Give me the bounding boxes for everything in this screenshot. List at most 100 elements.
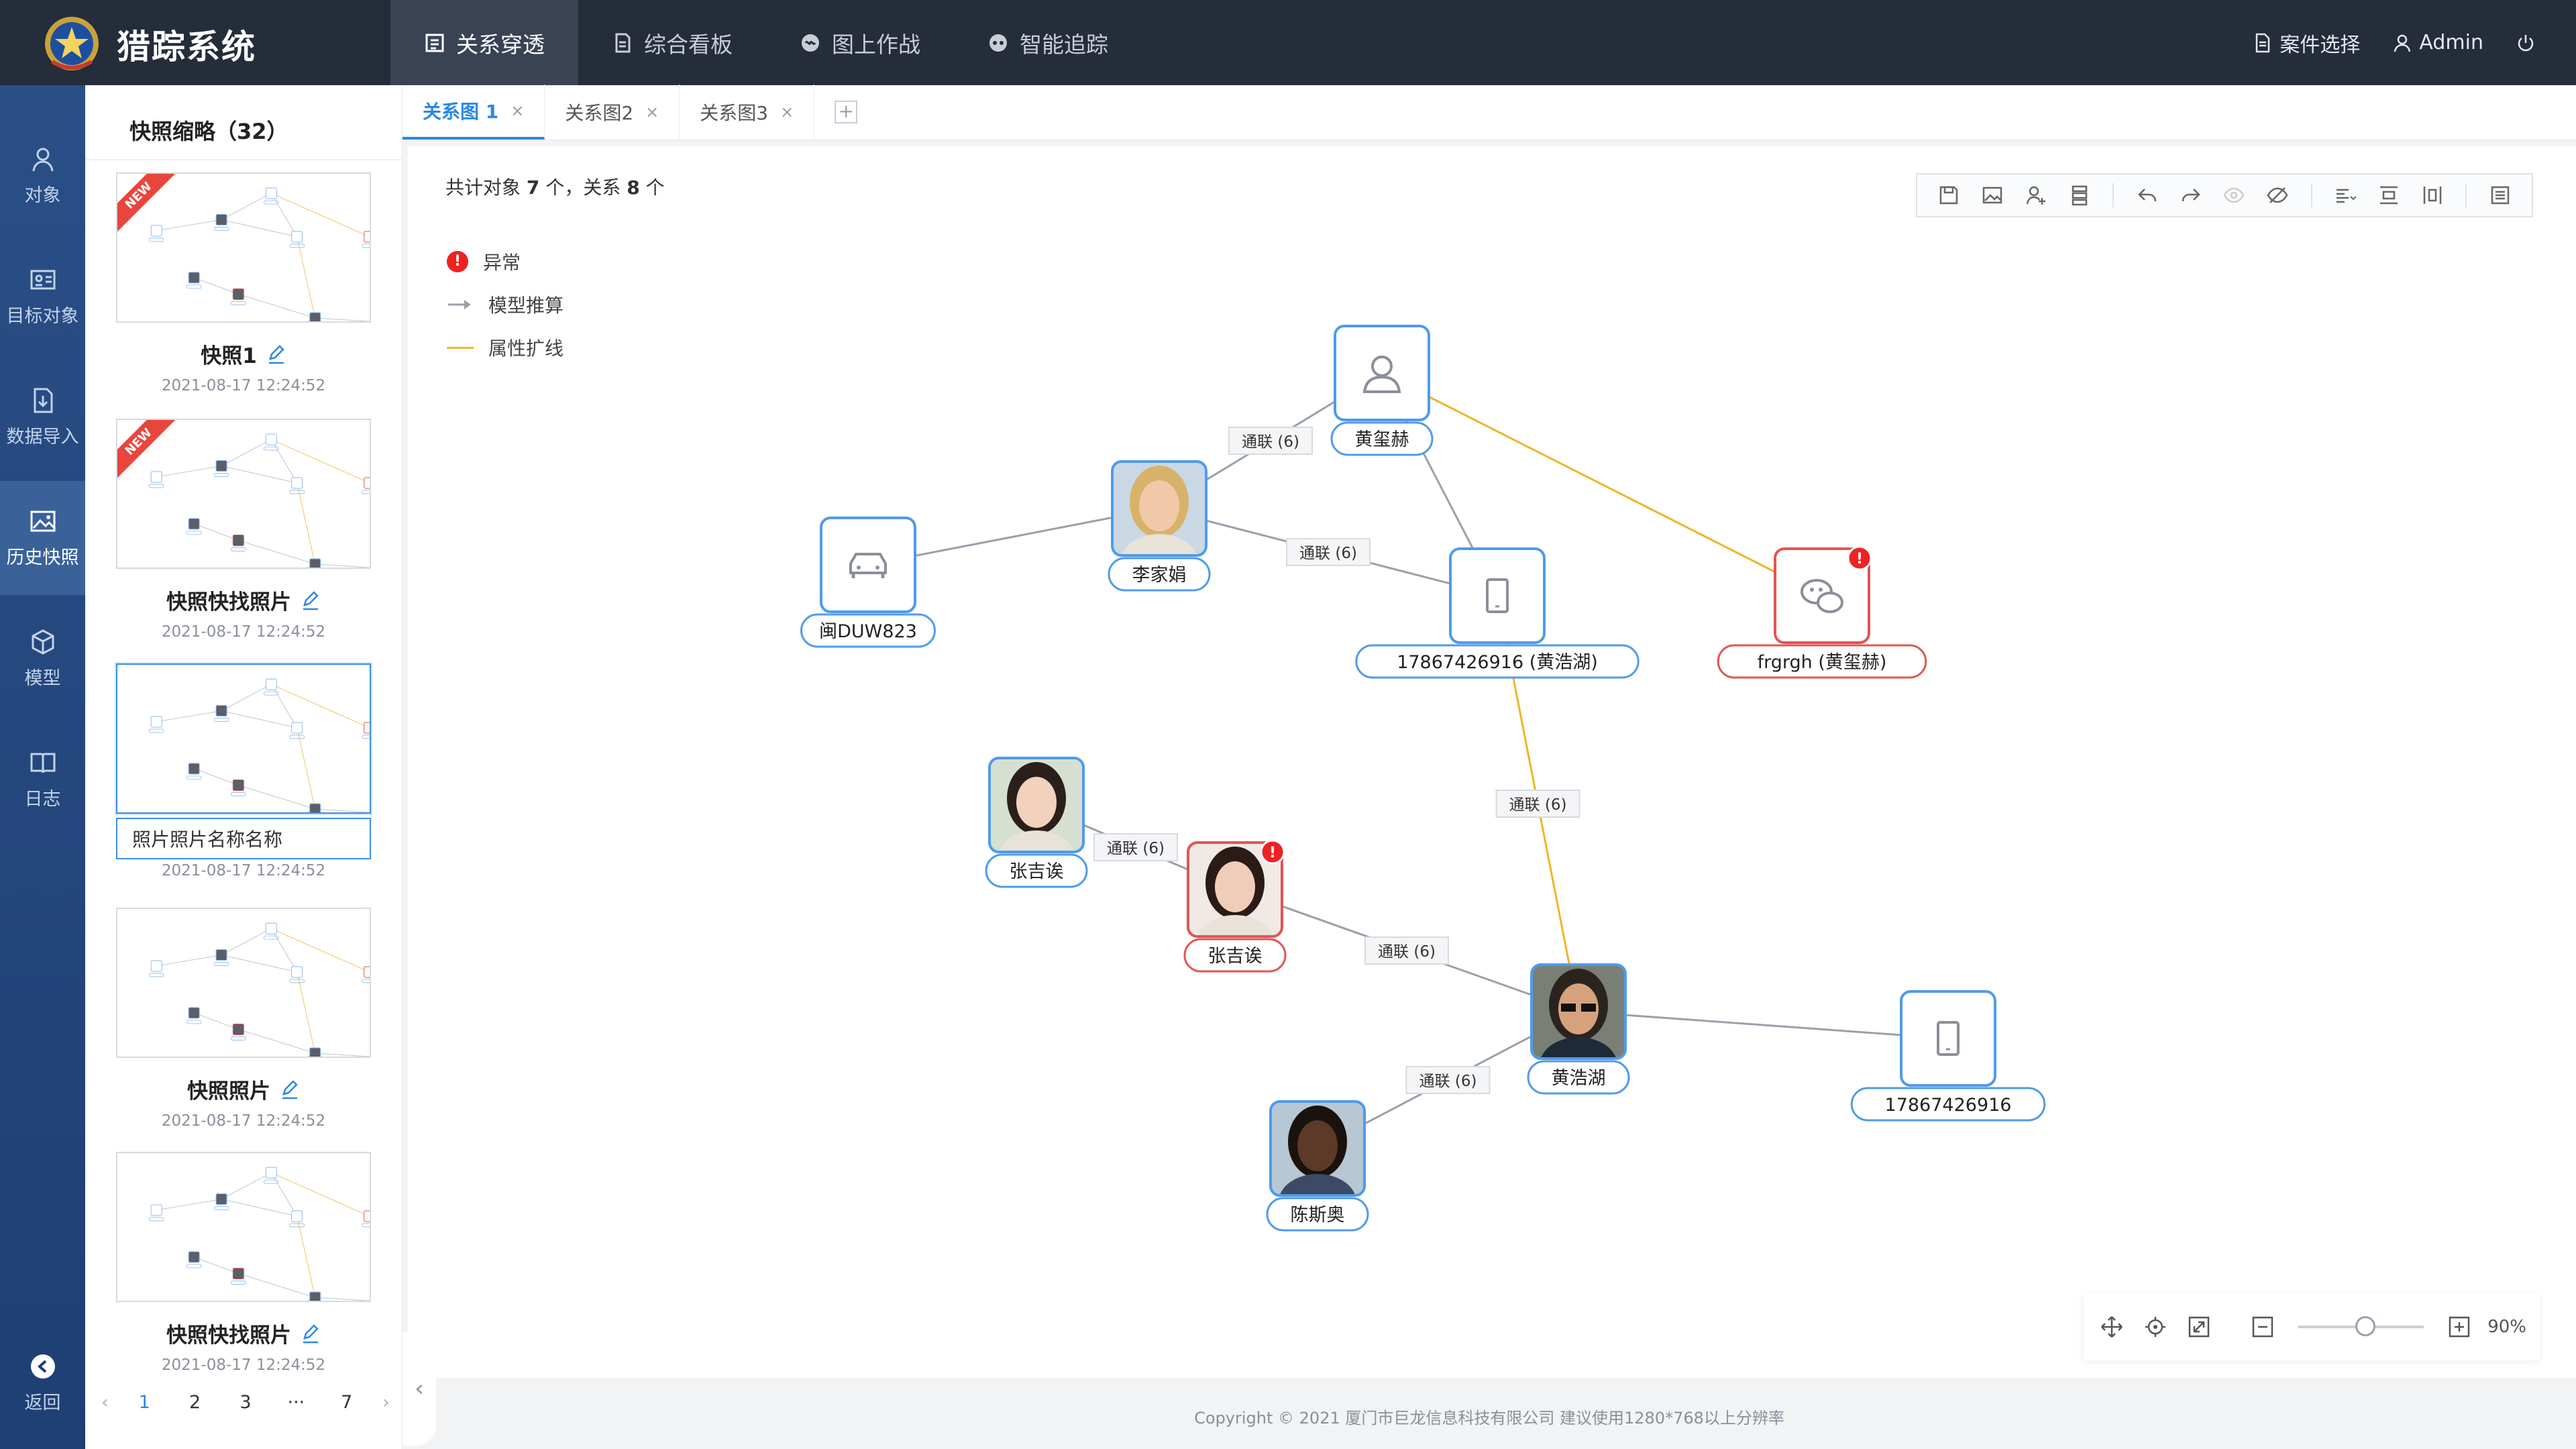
rail-item-target-label: 目标对象 [6,305,79,327]
edit-icon[interactable] [301,590,321,610]
snapshot-thumbnail[interactable]: NEW [116,172,371,323]
pager-page[interactable]: 2 [180,1392,210,1413]
graph-node[interactable]: 17867426916 [1850,990,2046,1122]
pager-next[interactable]: › [382,1392,390,1413]
snapshot-thumbnail[interactable] [116,663,371,814]
close-icon[interactable]: × [645,103,659,121]
mini-edge [221,710,297,729]
mini-edge [297,971,316,1054]
add-tab-button[interactable]: + [835,101,858,123]
pager-ellipsis[interactable]: ··· [281,1392,311,1413]
nav-tracking[interactable]: 智能追踪 [954,0,1142,85]
edit-icon[interactable] [266,344,286,364]
tab-relation-1[interactable]: 关系图 1 × [402,85,545,140]
graph-node[interactable]: ! frgrgh (黄玺赫) [1717,545,1927,679]
mini-node-label [289,244,305,248]
mini-node-label [362,490,370,494]
rail-item-log[interactable]: 日志 [0,722,85,837]
mini-node [188,518,200,530]
edge-label[interactable]: 通联 (6) [1364,936,1449,965]
snapshot-card-selected[interactable]: 2021-08-17 12:24:52 [116,663,371,879]
pager-page[interactable]: 1 [129,1392,159,1413]
tab-relation-3[interactable]: 关系图3 × [680,85,815,140]
snapshot-card[interactable]: NEW 快照快找照片 2021-08-17 12:24:52 [116,419,371,641]
case-select-label: 案件选择 [2279,33,2361,57]
snapshot-card[interactable]: 快照照片 2021-08-17 12:24:52 [116,908,371,1130]
pager-page[interactable]: 3 [231,1392,260,1413]
snapshot-thumbnail[interactable] [116,1152,371,1302]
edit-icon[interactable] [301,1324,321,1344]
nav-dashboard[interactable]: 综合看板 [578,0,766,85]
snapshot-panel-title: 快照缩略（32） [129,119,288,144]
nav-tracking-label: 智能追踪 [1020,31,1108,58]
rail-item-object[interactable]: 对象 [0,119,85,233]
locate-button[interactable] [2141,1311,2171,1343]
police-emblem-icon [45,17,99,70]
wechat-eye [1810,588,1814,592]
mini-edge [194,277,239,295]
snapshot-date: 2021-08-17 12:24:52 [161,377,326,394]
mini-edge [270,439,298,484]
edge-label[interactable]: 通联 (6) [1286,538,1371,566]
tab-relation-2[interactable]: 关系图2 × [545,85,680,140]
relation-graph[interactable]: 通联 (6) 通联 (6) 通联 (6) 通联 (6) 通联 (6) 通联 (6) 黄玺赫李… [408,146,2576,1378]
edit-icon[interactable] [280,1079,300,1099]
zoom-out-button[interactable] [2248,1311,2278,1343]
rail-item-target[interactable]: 目标对象 [0,239,85,354]
pager-page[interactable]: 7 [332,1392,362,1413]
photo-face [1297,1120,1338,1171]
zoom-in-button[interactable] [2444,1311,2474,1343]
pan-button[interactable] [2097,1311,2127,1343]
rail-item-back[interactable]: 返回 [0,1326,85,1440]
tab-label: 关系图2 [565,102,634,124]
graph-node[interactable]: ! 张吉诶 [1183,839,1287,973]
zoom-slider-handle[interactable] [2355,1316,2375,1336]
node-frame [820,517,916,613]
case-select-button[interactable]: 案件选择 [2253,28,2360,58]
rail-item-back-label: 返回 [24,1392,61,1413]
logout-button[interactable] [2516,33,2536,53]
snapshot-thumbnail[interactable]: NEW [116,419,371,569]
edge-label[interactable]: 通联 (6) [1228,427,1313,455]
close-icon[interactable]: × [780,103,794,121]
mini-node-label [148,729,164,733]
graph-node[interactable]: 闽DUW823 [800,517,936,648]
snapshot-thumbnail[interactable] [116,908,371,1058]
rail-item-log-label: 日志 [24,788,61,810]
user-menu[interactable]: Admin [2392,31,2483,54]
nav-map-battle[interactable]: 图上作战 [766,0,954,85]
pager-prev[interactable]: ‹ [101,1392,109,1413]
graph-node[interactable]: 陈斯奥 [1266,1100,1369,1232]
snapshot-card[interactable]: 快照快找照片 2021-08-17 12:24:52 [116,1152,371,1374]
graph-canvas[interactable]: 共计对象 7 个，关系 8 个 ! 异常 模型推算 属性扩线 通联 (6) 通联… [408,146,2576,1378]
edge-line [1381,372,1823,597]
mini-edge [271,928,370,973]
rail-item-model[interactable]: 模型 [0,602,85,716]
node-label: 17867426916 [1885,1095,2012,1116]
mini-node [291,966,303,978]
close-icon[interactable]: × [511,101,524,120]
cube-icon [32,629,54,655]
graph-node[interactable]: 李家娟 [1108,460,1211,592]
edge-label[interactable]: 通联 (6) [1495,790,1580,818]
fit-button[interactable] [2184,1311,2214,1343]
snapshot-name: 快照快找照片 [166,590,291,614]
graph-node[interactable]: 张吉诶 [985,757,1088,888]
snapshot-name: 快照1 [201,344,257,368]
rail-item-history[interactable]: 历史快照 [0,481,85,595]
photo-face [1139,480,1179,531]
edge-label[interactable]: 通联 (6) [1093,833,1178,861]
graph-node[interactable]: 黄浩湖 [1527,963,1630,1095]
snapshot-card[interactable]: NEW 快照1 2021-08-17 12:24:52 [116,172,371,394]
snapshot-name-input[interactable] [116,818,371,859]
mini-edge [221,439,272,467]
graph-node[interactable]: 17867426916 (黄浩湖) [1355,547,1640,679]
rail-item-import[interactable]: 数据导入 [0,360,85,474]
zoom-slider[interactable] [2298,1316,2424,1336]
mini-node [265,678,277,690]
nodes-layer: 黄玺赫李家娟 闽DUW823 17867426916 (黄浩湖) ! frgrgh (黄… [800,325,2046,1232]
graph-node[interactable]: 黄玺赫 [1330,325,1434,456]
edge-label[interactable]: 通联 (6) [1405,1066,1491,1094]
nav-relation[interactable]: 关系穿透 [390,0,578,85]
mini-edge [156,465,222,478]
